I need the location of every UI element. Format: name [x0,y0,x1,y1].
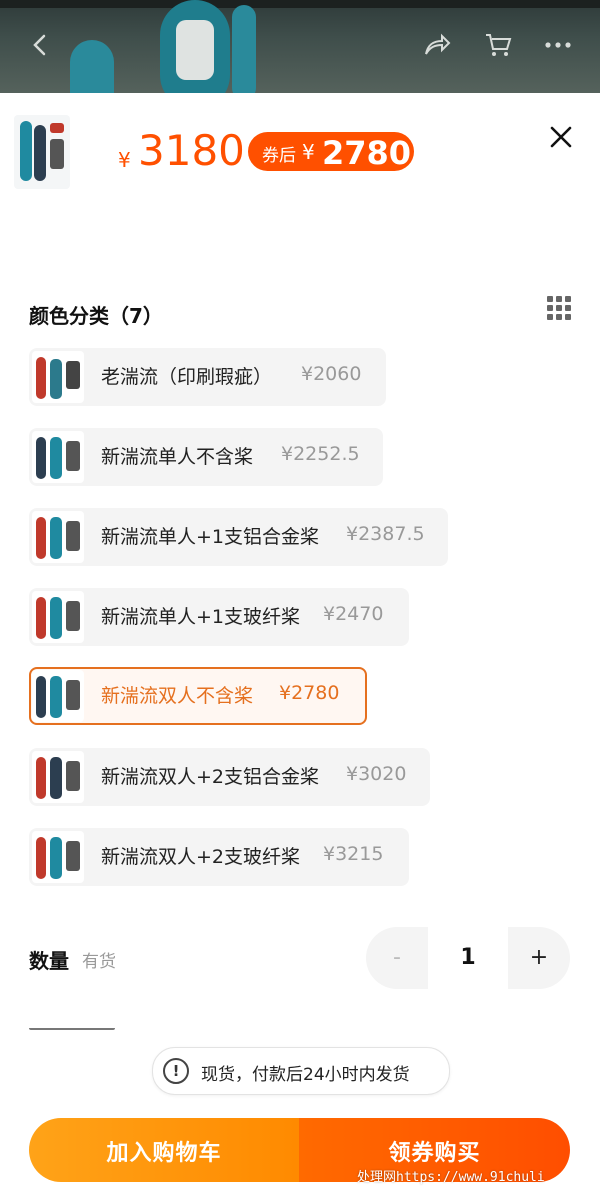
option-thumbnail [32,591,84,643]
quantity-plus-button[interactable]: + [508,927,570,989]
option-thumbnail [32,751,84,803]
color-option-selected[interactable]: 新湍流双人不含桨 ¥2780 [29,667,367,725]
info-icon: ! [163,1058,189,1084]
option-price: ¥2780 [279,682,340,704]
close-icon[interactable] [546,122,576,152]
quantity-label: 数量 [29,949,69,973]
color-section-title: 颜色分类（7） [29,304,163,328]
color-option[interactable]: 新湍流单人+1支铝合金桨 ¥2387.5 [29,508,448,566]
option-thumbnail [32,831,84,883]
hero-kayak-seat [176,20,214,80]
color-option[interactable]: 新湍流双人+2支玻纤桨 ¥3215 [29,828,409,886]
option-price: ¥3215 [323,843,384,865]
add-to-cart-label: 加入购物车 [106,1141,222,1166]
color-option[interactable]: 老湍流（印刷瑕疵） ¥2060 [29,348,386,406]
buy-label: 领券购买 [388,1141,481,1166]
coupon-price: 2780 [322,134,412,172]
option-thumbnail [32,351,84,403]
hero-kayak-left [70,40,114,93]
option-name: 新湍流单人+1支玻纤桨 [101,606,301,628]
coupon-currency: ¥ [302,140,315,164]
product-price: 3180 [138,126,245,175]
option-name: 新湍流双人不含桨 [101,685,254,707]
option-name: 新湍流双人+2支铝合金桨 [101,766,320,788]
coupon-price-badge: 券后 ¥ 2780 [248,132,414,172]
hero-top-shade [0,0,600,8]
option-name: 老湍流（印刷瑕疵） [101,366,273,388]
color-option[interactable]: 新湍流单人+1支玻纤桨 ¥2470 [29,588,409,646]
option-price: ¥2470 [323,603,384,625]
shipping-notice: ! 现货，付款后24小时内发货 [152,1047,450,1095]
coupon-label: 券后 [262,146,296,166]
price-currency: ¥ [118,148,131,172]
color-option[interactable]: 新湍流单人不含桨 ¥2252.5 [29,428,383,486]
cart-icon[interactable] [483,30,513,60]
option-name: 新湍流单人不含桨 [101,446,254,468]
color-option[interactable]: 新湍流双人+2支铝合金桨 ¥3020 [29,748,430,806]
shipping-notice-text: 现货，付款后24小时内发货 [201,1065,410,1085]
stock-status: 有货 [82,952,116,972]
option-price: ¥2387.5 [346,523,425,545]
add-to-cart-button[interactable]: 加入购物车 [29,1118,299,1182]
option-price: ¥2060 [301,363,362,385]
watermark: 处理网https://www.91chuli [357,1170,545,1185]
option-name: 新湍流双人+2支玻纤桨 [101,846,301,868]
product-hero-image [0,0,600,93]
back-arrow-icon[interactable] [25,30,55,60]
product-thumbnail [14,115,70,189]
more-dots-icon[interactable] [543,30,573,60]
clipped-section-heading [29,1028,119,1038]
quantity-value[interactable]: 1 [428,927,508,989]
option-thumbnail [32,511,84,563]
option-thumbnail [32,431,84,483]
option-thumbnail [32,670,84,722]
quantity-minus-button[interactable]: - [366,927,428,989]
share-icon[interactable] [422,30,452,60]
option-price: ¥3020 [346,763,407,785]
option-name: 新湍流单人+1支铝合金桨 [101,526,320,548]
option-price: ¥2252.5 [281,443,360,465]
grid-view-icon[interactable] [547,296,571,320]
quantity-stepper: - 1 + [366,927,570,989]
hero-kayak-right [232,5,256,93]
